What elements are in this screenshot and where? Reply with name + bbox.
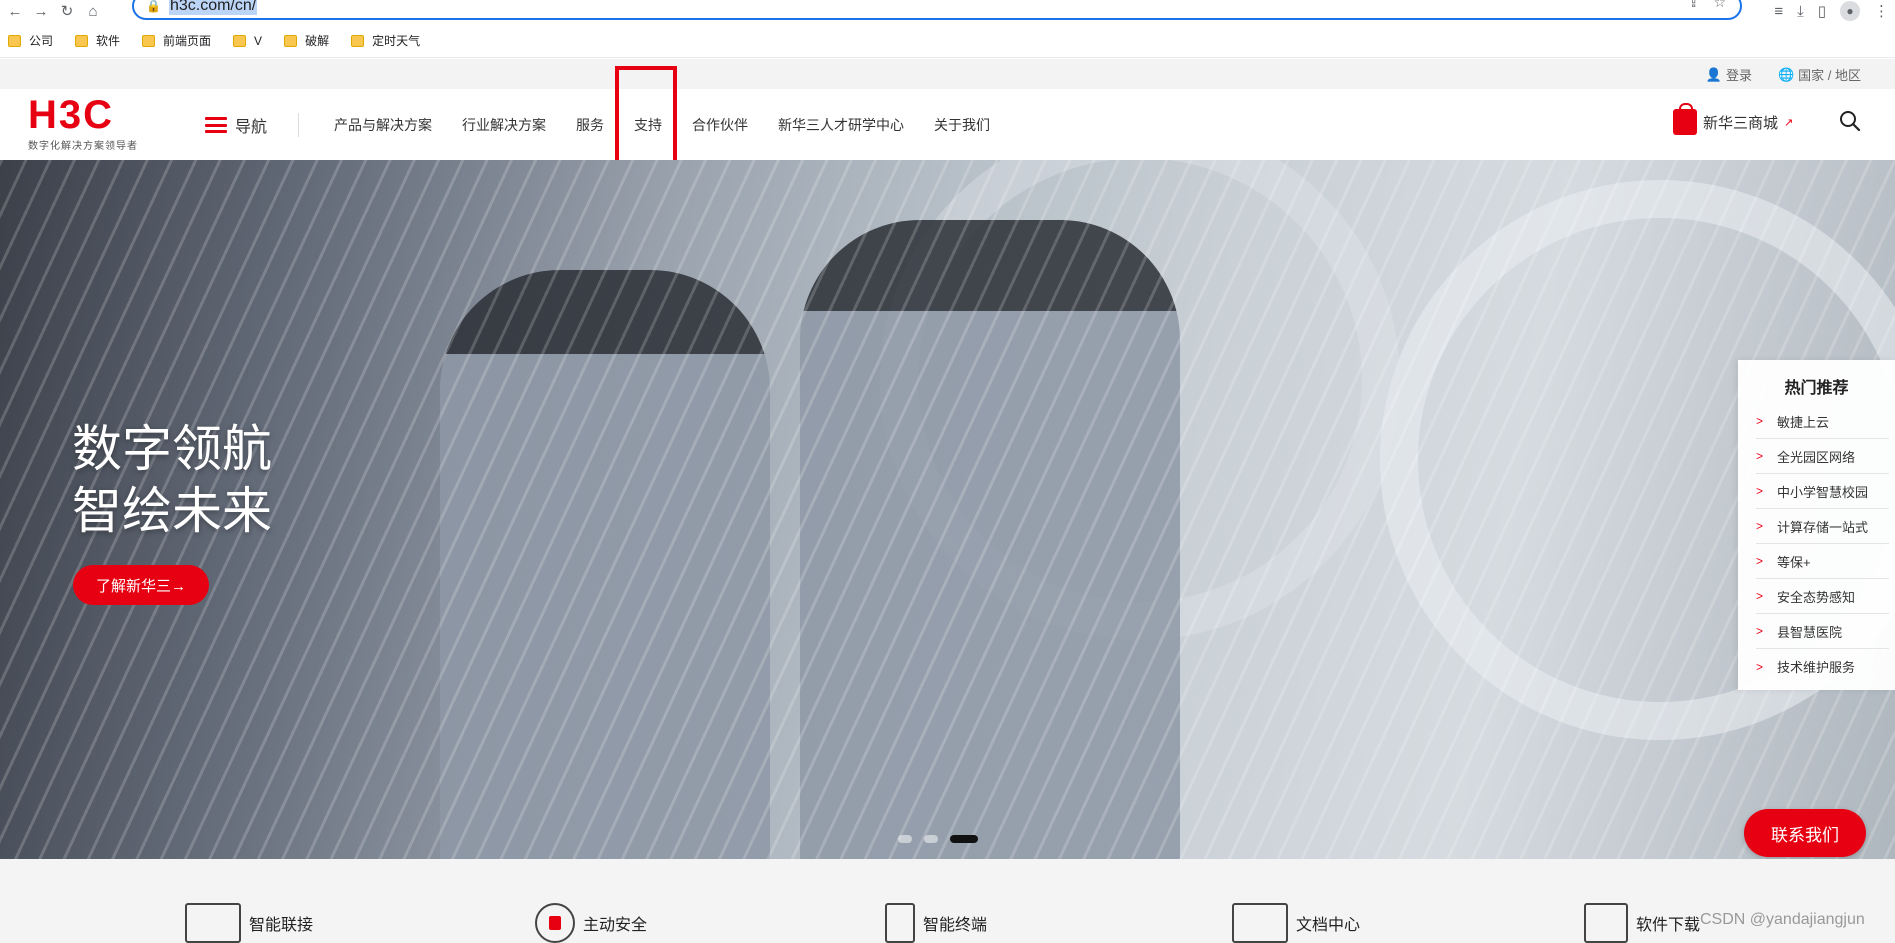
- feature-strip: 智能联接 主动安全 智能终端 文档中心 软件下载: [0, 859, 1895, 943]
- chevron-right-icon: >: [1756, 484, 1764, 498]
- feature-smart-terminal[interactable]: 智能终端: [885, 903, 987, 943]
- forward-arrow-icon[interactable]: →: [30, 0, 52, 22]
- bookmark-folder[interactable]: 定时天气: [351, 32, 420, 49]
- hot-item[interactable]: > 安全态势感知: [1756, 579, 1889, 614]
- feature-docs-center[interactable]: 文档中心: [1232, 903, 1360, 943]
- chevron-right-icon: >: [1756, 414, 1764, 428]
- browser-toolbar: ← → ↻ ⌂ 🔒 h3c.com/cn/ ⇪ ☆ ≡ ⤓ ▯ ● ⋮: [0, 0, 1895, 22]
- hot-item[interactable]: > 县智慧医院: [1756, 614, 1889, 649]
- chevron-right-icon: >: [1756, 554, 1764, 568]
- feature-smart-connect[interactable]: 智能联接: [185, 903, 313, 943]
- bookmark-folder[interactable]: 破解: [284, 32, 329, 49]
- hot-item[interactable]: > 全光园区网络: [1756, 439, 1889, 474]
- home-icon[interactable]: ⌂: [82, 0, 104, 22]
- side-panel-icon[interactable]: ▯: [1818, 2, 1826, 20]
- feature-software-download[interactable]: 软件下载: [1584, 903, 1700, 943]
- hot-item[interactable]: > 技术维护服务: [1756, 649, 1889, 684]
- hot-item[interactable]: > 敏捷上云: [1756, 404, 1889, 439]
- external-link-icon: ↗: [1784, 116, 1794, 129]
- feature-active-security[interactable]: 主动安全: [535, 903, 647, 943]
- search-icon[interactable]: [1838, 109, 1862, 133]
- reading-list-icon[interactable]: ≡: [1774, 3, 1783, 20]
- hot-item[interactable]: > 中小学智慧校园: [1756, 474, 1889, 509]
- top-utility-bar: 👤 登录 🌐 国家 / 地区: [0, 59, 1895, 89]
- nav-menu-toggle[interactable]: 导航: [205, 113, 267, 137]
- bookmark-folder[interactable]: 前端页面: [142, 32, 211, 49]
- bookmark-star-icon[interactable]: ☆: [1713, 0, 1726, 11]
- bookmarks-bar: 公司 软件 前端页面 V 破解 定时天气: [0, 24, 1895, 58]
- carousel-dot[interactable]: [898, 835, 912, 843]
- more-menu-icon[interactable]: ⋮: [1874, 2, 1889, 20]
- carousel-dot-active[interactable]: [950, 835, 978, 843]
- folder-icon: [233, 34, 247, 47]
- folder-icon: [284, 34, 298, 47]
- hot-item[interactable]: > 计算存储一站式: [1756, 509, 1889, 544]
- nav-item-talent-center[interactable]: 新华三人才研学中心: [778, 115, 904, 135]
- site-header: H3C 数字化解决方案领导者 导航 产品与解决方案 行业解决方案 服务 支持 合…: [0, 89, 1895, 160]
- user-icon: 👤: [1705, 66, 1722, 82]
- folder-icon: [142, 34, 156, 47]
- nav-divider: [298, 113, 299, 137]
- bookmark-folder[interactable]: 软件: [75, 32, 120, 49]
- shield-lock-icon: [535, 903, 575, 943]
- address-bar[interactable]: 🔒 h3c.com/cn/ ⇪ ☆: [132, 0, 1742, 20]
- chevron-right-icon: >: [1756, 659, 1764, 674]
- contact-us-button[interactable]: 联系我们: [1744, 809, 1866, 857]
- folder-icon: [75, 34, 89, 47]
- watermark: CSDN @yandajiangjun: [1700, 911, 1865, 928]
- folder-icon: [8, 34, 21, 47]
- carousel-indicators: [898, 835, 978, 843]
- chevron-right-icon: >: [1756, 589, 1764, 603]
- device-icon: [885, 903, 915, 943]
- login-link[interactable]: 👤 登录: [1706, 65, 1752, 84]
- region-link[interactable]: 🌐 国家 / 地区: [1778, 65, 1861, 84]
- reload-icon[interactable]: ↻: [56, 0, 78, 22]
- chevron-right-icon: >: [1756, 449, 1764, 463]
- carousel-dot[interactable]: [924, 835, 938, 843]
- url-text[interactable]: h3c.com/cn/: [168, 0, 258, 15]
- bookmark-folder[interactable]: V: [233, 34, 262, 48]
- globe-icon: 🌐: [1777, 66, 1795, 82]
- nav-item-industry[interactable]: 行业解决方案: [462, 115, 546, 135]
- hero-motion-overlay: [0, 160, 1895, 859]
- nav-item-partners[interactable]: 合作伙伴: [692, 115, 748, 135]
- logo-mark: H3C: [28, 93, 115, 137]
- bookmark-folder[interactable]: 公司: [8, 32, 53, 49]
- download-icon: [1584, 903, 1628, 943]
- chevron-right-icon: >: [1756, 624, 1764, 638]
- nav-item-about[interactable]: 关于我们: [934, 115, 990, 135]
- hero-headline: 数字领航 智绘未来: [72, 421, 272, 539]
- hero-banner[interactable]: 数字领航 智绘未来 了解新华三→: [0, 160, 1895, 859]
- nav-item-products[interactable]: 产品与解决方案: [334, 115, 432, 135]
- document-icon: [1232, 903, 1288, 943]
- lock-icon: 🔒: [146, 0, 161, 13]
- shopping-bag-icon: [1673, 103, 1697, 135]
- hot-item[interactable]: > 等保+: [1756, 544, 1889, 579]
- hot-title: 热门推荐: [1784, 380, 1849, 397]
- folder-icon: [351, 34, 365, 47]
- hamburger-icon: [205, 117, 227, 133]
- profile-avatar[interactable]: ●: [1840, 1, 1860, 21]
- hot-recommendations-panel: 热门推荐 > 敏捷上云 > 全光园区网络 > 中小学智慧校园 > 计算存储一站式 > 等保…: [1738, 360, 1895, 690]
- share-icon[interactable]: ⇪: [1688, 0, 1700, 11]
- download-icon[interactable]: ⤓: [1797, 3, 1804, 20]
- logo-tagline: 数字化解决方案领导者: [28, 141, 138, 152]
- mall-link[interactable]: 新华三商城 ↗: [1673, 103, 1794, 135]
- network-switch-icon: [185, 903, 241, 943]
- nav-item-service[interactable]: 服务: [576, 115, 604, 135]
- back-arrow-icon[interactable]: ←: [4, 0, 26, 22]
- h3c-logo[interactable]: H3C 数字化解决方案领导者: [28, 95, 138, 152]
- learn-more-button[interactable]: 了解新华三→: [73, 565, 209, 605]
- chevron-right-icon: >: [1756, 519, 1764, 533]
